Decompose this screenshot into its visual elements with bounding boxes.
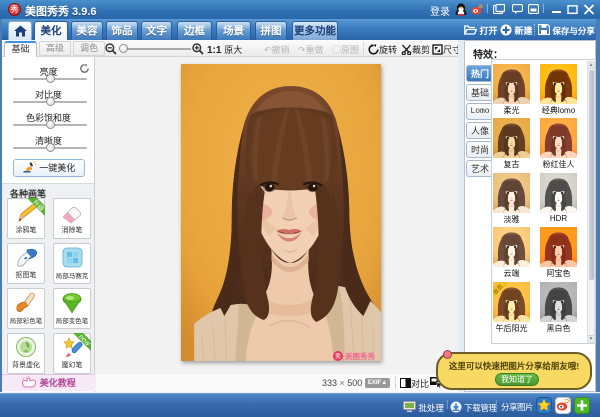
svg-text:秀: 秀: [335, 353, 341, 361]
svg-text:美图秀秀: 美图秀秀: [345, 351, 375, 361]
